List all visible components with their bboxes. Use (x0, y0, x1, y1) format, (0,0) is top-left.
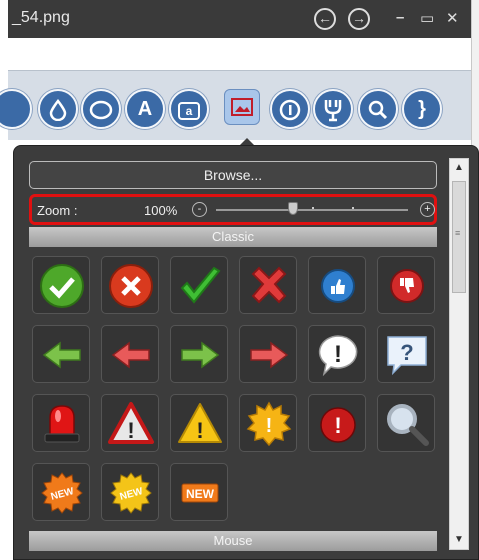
scroll-grip-icon: ≡ (455, 228, 461, 238)
arrow-left-red-icon[interactable] (101, 325, 159, 383)
callout-text-icon[interactable]: a (169, 89, 209, 129)
browse-button[interactable]: Browse... (29, 161, 437, 189)
exclamation-starburst-icon[interactable]: ! (239, 394, 297, 452)
starburst-glyph: ! (266, 415, 273, 437)
drop-icon[interactable] (38, 89, 78, 129)
new-glyph-label: NEW (186, 487, 215, 501)
flask-icon[interactable] (313, 89, 353, 129)
warning-yellow-glyph: ! (196, 418, 203, 443)
ellipse-icon[interactable] (81, 89, 121, 129)
window-title-bar: _54.png ← → – ▭ ✕ (8, 0, 471, 38)
question-bubble-icon[interactable]: ? (377, 325, 435, 383)
warning-glyph: ! (127, 418, 134, 443)
shape-ribbon: A a } (0, 70, 471, 140)
x-circle-icon[interactable] (101, 256, 159, 314)
zoom-in-button[interactable]: + (420, 202, 435, 217)
text-icon[interactable]: A (125, 89, 165, 129)
toolbar-spacer (8, 38, 471, 70)
zoom-label: Zoom : (37, 203, 78, 218)
exclamation-circle-red-icon[interactable]: ! (308, 394, 366, 452)
panel-scrollbar[interactable]: ▲ ≡ ▼ (449, 158, 469, 550)
window-title: _54.png (12, 9, 70, 26)
check-circle-icon[interactable] (32, 256, 90, 314)
exclamation-bubble-icon[interactable]: ! (308, 325, 366, 383)
magnifier-glass-icon[interactable] (377, 394, 435, 452)
arrow-left-green-icon[interactable] (32, 325, 90, 383)
scroll-thumb[interactable]: ≡ (452, 181, 466, 293)
zoom-control: Zoom : 100% - + (29, 194, 437, 225)
zoom-slider-track[interactable] (216, 209, 408, 211)
scroll-up-button[interactable]: ▲ (450, 159, 468, 177)
image-icon[interactable] (224, 89, 260, 125)
magnifier-icon[interactable] (358, 89, 398, 129)
zoom-value: 100% (144, 203, 178, 218)
close-button[interactable]: ✕ (446, 9, 459, 27)
arrow-right-red-icon[interactable] (239, 325, 297, 383)
zoom-out-button[interactable]: - (192, 202, 207, 217)
thumbs-up-icon[interactable] (308, 256, 366, 314)
zoom-slider-thumb[interactable] (287, 202, 298, 215)
arrow-right-green-icon[interactable] (170, 325, 228, 383)
text-glyph: A (137, 98, 153, 120)
checkmark-icon[interactable] (170, 256, 228, 314)
section-header-mouse[interactable]: Mouse (29, 531, 437, 551)
exclamation-glyph: ! (334, 341, 342, 368)
zoom-tick (312, 207, 314, 209)
circle-glyph: ! (334, 413, 341, 438)
big-x-icon[interactable] (239, 256, 297, 314)
brace-icon[interactable]: } (402, 89, 442, 129)
forward-button[interactable]: → (348, 8, 370, 30)
zoom-tick (352, 207, 354, 209)
minimize-button[interactable]: – (396, 9, 404, 26)
maximize-button[interactable]: ▭ (420, 9, 434, 27)
warning-triangle-yellow-icon[interactable]: ! (170, 394, 228, 452)
partial-shape-icon[interactable] (0, 89, 32, 129)
badge-icon[interactable] (270, 89, 310, 129)
question-glyph: ? (400, 340, 413, 365)
back-button[interactable]: ← (314, 8, 336, 30)
thumbs-down-icon[interactable] (377, 256, 435, 314)
warning-triangle-red-icon[interactable]: ! (101, 394, 159, 452)
section-header-classic[interactable]: Classic (29, 227, 437, 247)
siren-icon[interactable] (32, 394, 90, 452)
new-badge-yellow-icon[interactable]: NEW (101, 463, 159, 521)
callout-glyph: a (178, 102, 200, 120)
new-badge-orange-icon[interactable]: NEW (32, 463, 90, 521)
new-label-icon[interactable]: NEW (170, 463, 228, 521)
icon-picker-panel: Browse... Zoom : 100% - + Classic ! ? ! … (13, 145, 479, 560)
scroll-down-button[interactable]: ▼ (450, 531, 468, 549)
